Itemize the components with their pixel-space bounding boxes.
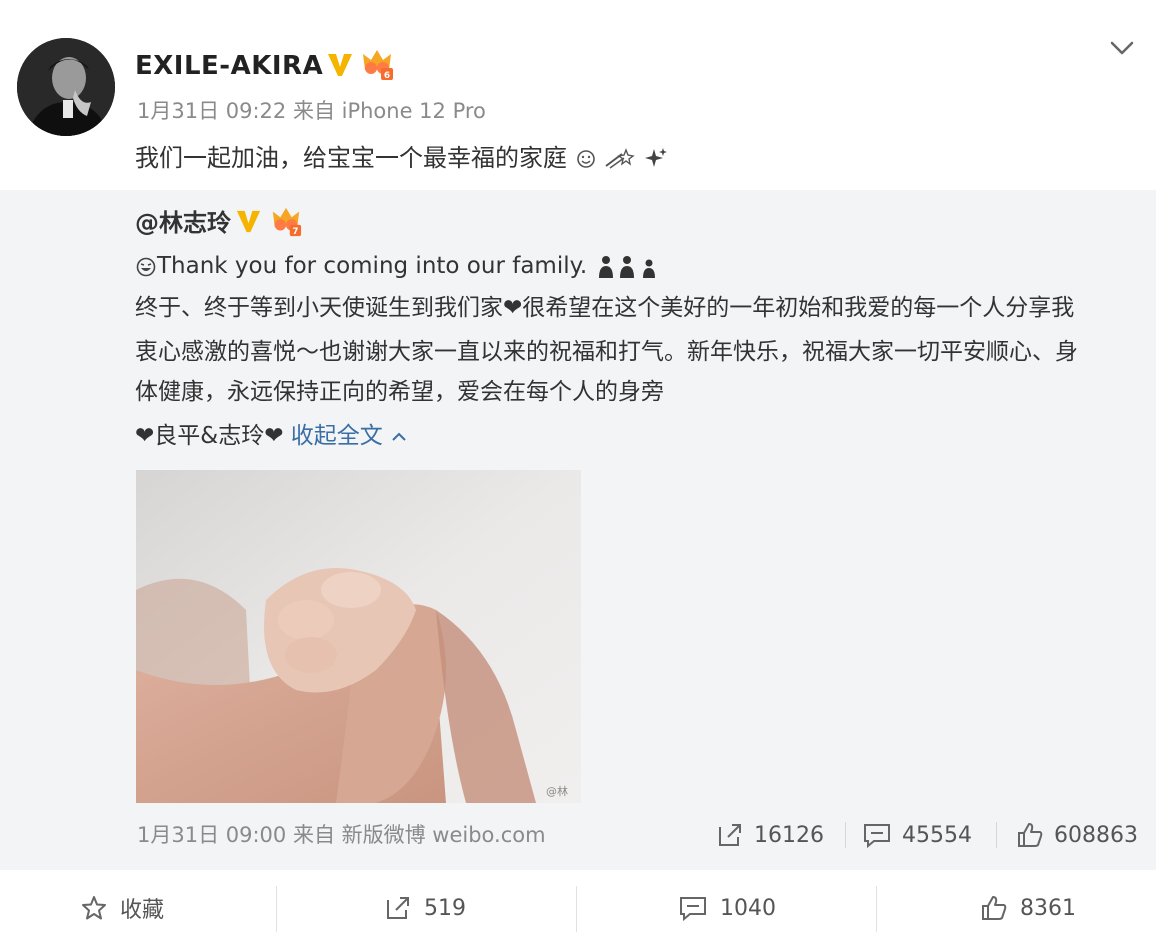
- shooting-star-emoji-icon: [605, 148, 635, 169]
- level-badge-icon: 6: [363, 50, 393, 81]
- grin-emoji-icon: [136, 257, 156, 276]
- original-post-meta: 1月31日 09:00 来自 新版微博 weibo.com: [137, 823, 546, 847]
- post-photo[interactable]: @林: [136, 470, 581, 803]
- action-divider: [576, 886, 577, 932]
- post-text: 我们一起加油，给宝宝一个最幸福的家庭: [135, 142, 668, 174]
- comment-button[interactable]: 1040: [678, 888, 776, 928]
- collapse-label: 收起全文: [290, 423, 383, 449]
- comment-icon: [680, 897, 706, 922]
- verified-v-icon: [328, 54, 352, 76]
- action-divider: [276, 886, 277, 932]
- star-icon: [82, 896, 106, 920]
- like-button[interactable]: 8361: [980, 888, 1076, 928]
- photo-watermark: @林: [546, 784, 568, 798]
- repost-line-3: 衷心感激的喜悦～也谢谢大家一直以来的祝福和打气。新年快乐，祝福大家一切平安顺心、…: [135, 339, 1078, 365]
- original-comment-stat[interactable]: 45554: [862, 819, 972, 851]
- avatar-photo: [17, 38, 115, 136]
- repost-line-1-text: Thank you for coming into our family.: [157, 253, 588, 279]
- stat-divider: [996, 822, 997, 848]
- original-comment-count: 45554: [902, 822, 972, 848]
- original-author-link[interactable]: @林志玲: [135, 207, 231, 239]
- comment-count: 1040: [720, 895, 776, 921]
- repost-icon: [719, 824, 741, 846]
- weibo-post-card: EXILE-AKIRA 6 1月31日 09:22 来自 iPhone 12 P…: [0, 0, 1156, 942]
- thumbs-up-icon: [1018, 823, 1043, 847]
- sparkles-emoji-icon: [644, 148, 667, 167]
- original-repost-count: 16126: [754, 822, 824, 848]
- favorite-button[interactable]: 收藏: [80, 888, 164, 928]
- repost-line-1: Thank you for coming into our family.: [135, 250, 661, 282]
- repost-button[interactable]: 519: [384, 888, 466, 928]
- post-text-content: 我们一起加油，给宝宝一个最幸福的家庭: [135, 144, 567, 172]
- repost-signature: ❤良平&志玲❤: [135, 423, 284, 449]
- chevron-down-icon[interactable]: [1108, 38, 1136, 58]
- repost-count: 519: [424, 895, 466, 921]
- author-name[interactable]: EXILE-AKIRA: [135, 50, 323, 82]
- stat-divider: [845, 822, 846, 848]
- repost-icon: [387, 897, 409, 919]
- repost-line-2: 终于、终于等到小天使诞生到我们家❤很希望在这个美好的一年初始和我爱的每一个人分享…: [135, 295, 1075, 321]
- thumbs-up-icon: [982, 896, 1007, 920]
- original-like-stat[interactable]: 608863: [1016, 819, 1138, 851]
- smile-emoji-icon: [576, 150, 595, 168]
- post-meta: 1月31日 09:22 来自 iPhone 12 Pro: [137, 99, 486, 123]
- like-count: 8361: [1020, 895, 1076, 921]
- repost-signature-line: ❤良平&志玲❤ 收起全文: [135, 420, 408, 452]
- author-avatar[interactable]: [17, 38, 115, 136]
- collapse-full-text-link[interactable]: 收起全文: [291, 423, 408, 449]
- repost-line-4: 体健康，永远保持正向的希望，爱会在每个人的身旁: [135, 379, 664, 405]
- baby-hand-photo: @林: [136, 470, 581, 803]
- chevron-up-icon: [392, 432, 406, 441]
- comment-icon: [864, 824, 890, 849]
- favorite-label: 收藏: [120, 898, 165, 923]
- original-like-count: 608863: [1054, 822, 1138, 848]
- verified-v-icon: [236, 210, 261, 233]
- family-emoji-icon: [598, 255, 655, 278]
- svg-text:6: 6: [384, 71, 390, 81]
- original-repost-stat[interactable]: 16126: [716, 819, 824, 851]
- action-divider: [876, 886, 877, 932]
- level-badge-icon: 7: [272, 207, 302, 236]
- svg-text:7: 7: [292, 226, 298, 236]
